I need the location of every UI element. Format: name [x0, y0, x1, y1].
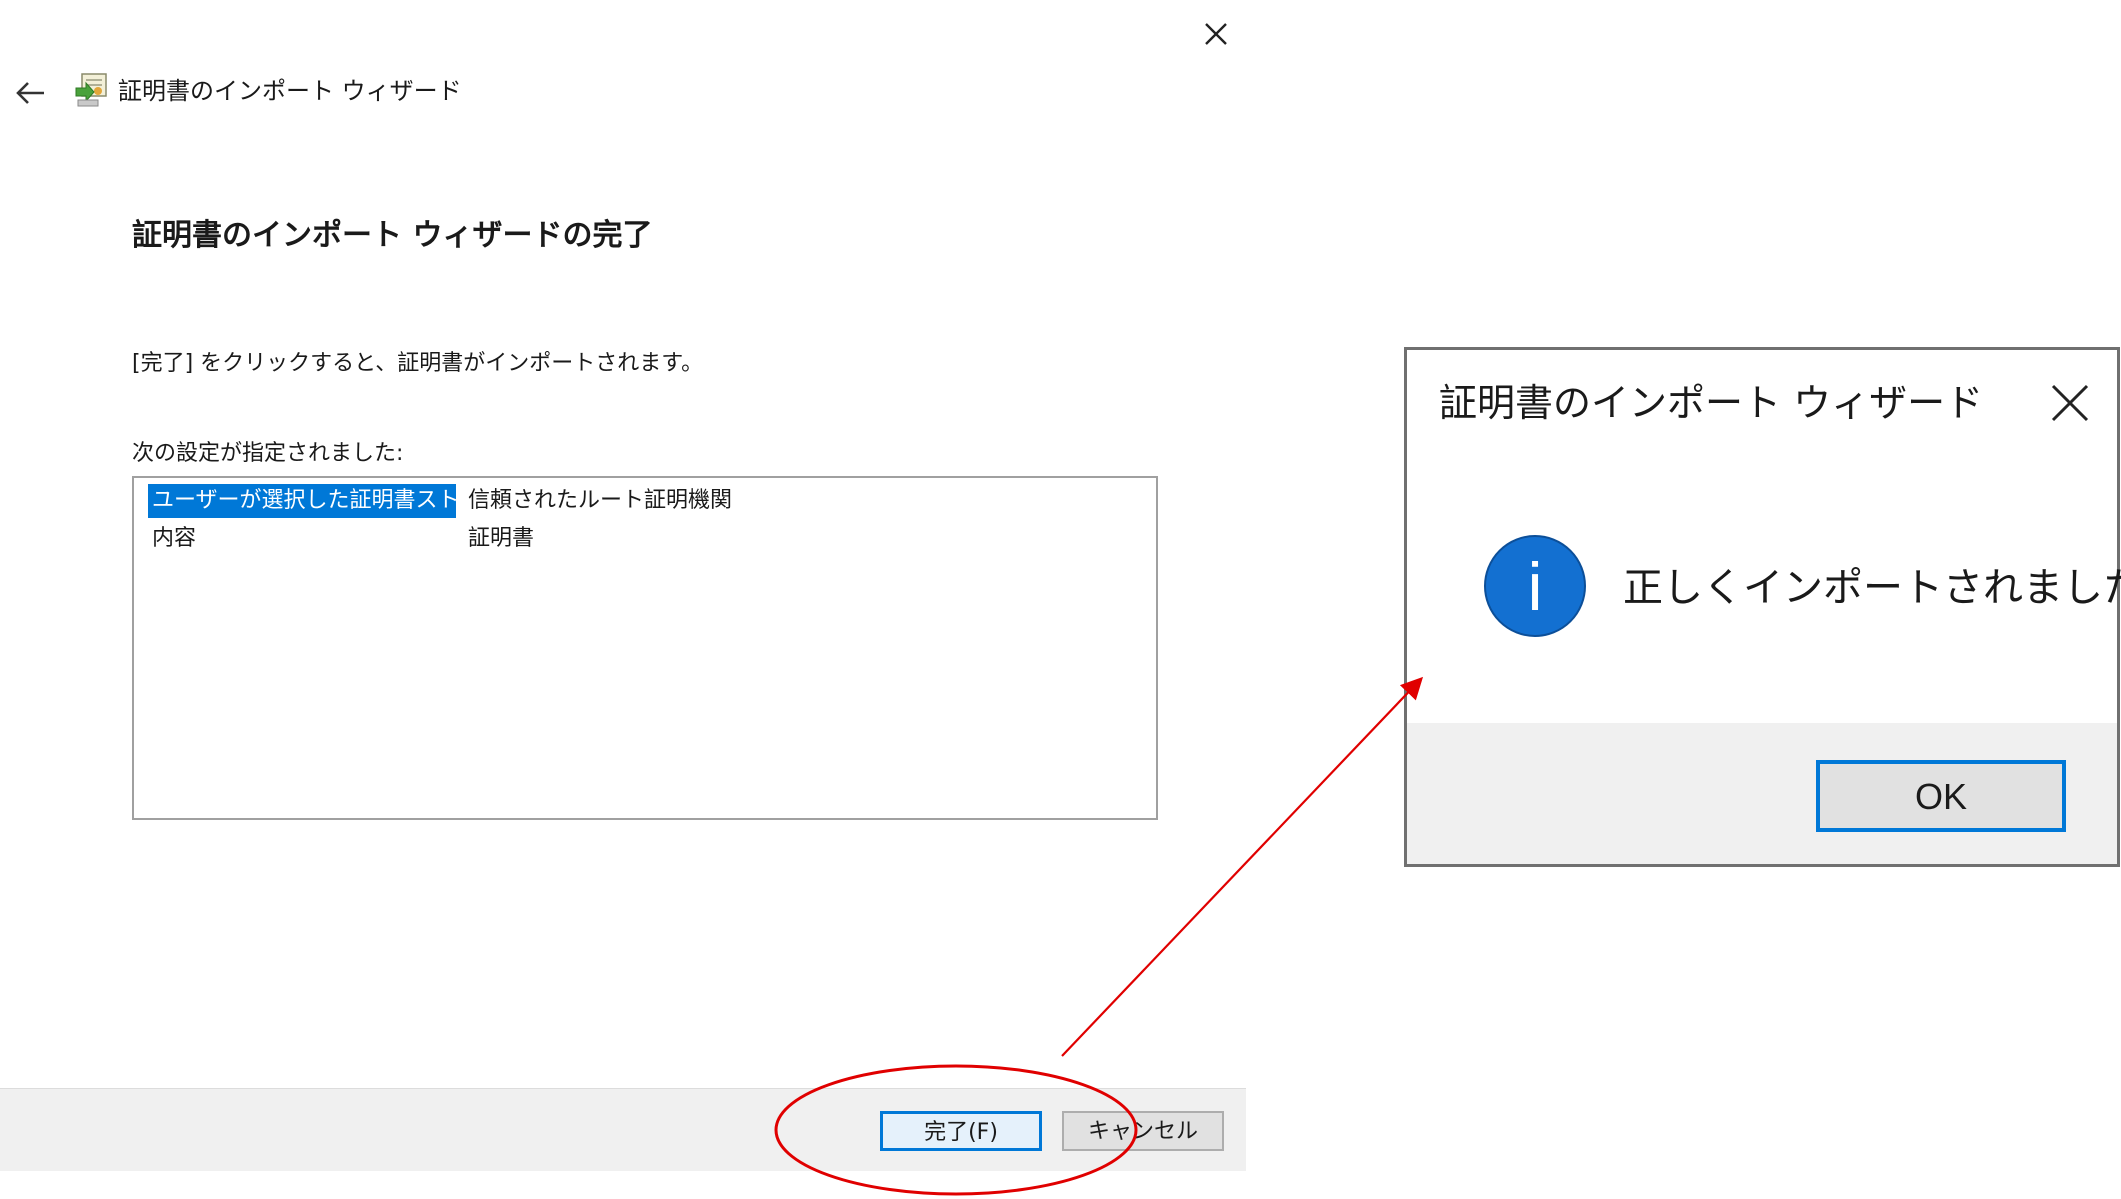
- close-icon[interactable]: [1198, 16, 1234, 52]
- settings-value: 証明書: [468, 526, 535, 551]
- close-icon[interactable]: [2047, 380, 2093, 426]
- wizard-footer: 完了(F) キャンセル: [0, 1088, 1246, 1171]
- certificate-import-wizard: 証明書のインポート ウィザード 証明書のインポート ウィザードの完了 [完了] …: [0, 0, 1246, 1199]
- settings-label: 次の設定が指定されました:: [132, 441, 404, 466]
- svg-text:i: i: [1527, 549, 1542, 625]
- dialog-title: 証明書のインポート ウィザード: [1439, 381, 1984, 425]
- settings-key: ユーザーが選択した証明書ストア: [148, 484, 456, 518]
- finish-button[interactable]: 完了(F): [880, 1111, 1042, 1151]
- back-arrow-icon[interactable]: [14, 76, 48, 110]
- settings-value: 信頼されたルート証明機関: [468, 488, 733, 513]
- settings-row[interactable]: 内容 証明書: [144, 522, 1144, 556]
- ok-button[interactable]: OK: [1816, 760, 2066, 832]
- settings-row[interactable]: ユーザーが選択した証明書ストア 信頼されたルート証明機関: [144, 484, 1144, 518]
- settings-key: 内容: [152, 526, 197, 551]
- screenshot-stage: 証明書のインポート ウィザード 証明書のインポート ウィザードの完了 [完了] …: [0, 0, 2121, 1199]
- page-heading: 証明書のインポート ウィザードの完了: [132, 218, 653, 253]
- info-icon: i: [1484, 535, 1586, 637]
- certificate-wizard-icon: [75, 73, 107, 107]
- dialog-footer: OK: [1407, 723, 2117, 864]
- cancel-button[interactable]: キャンセル: [1062, 1111, 1224, 1151]
- dialog-message: 正しくインポートされました。: [1623, 565, 2121, 611]
- instruction-text: [完了] をクリックすると、証明書がインポートされます。: [132, 351, 704, 376]
- settings-list[interactable]: ユーザーが選択した証明書ストア 信頼されたルート証明機関 内容 証明書: [132, 476, 1158, 820]
- wizard-title: 証明書のインポート ウィザード: [118, 77, 462, 105]
- success-message-dialog: 証明書のインポート ウィザード i 正しくインポートされました。 OK: [1404, 347, 2121, 867]
